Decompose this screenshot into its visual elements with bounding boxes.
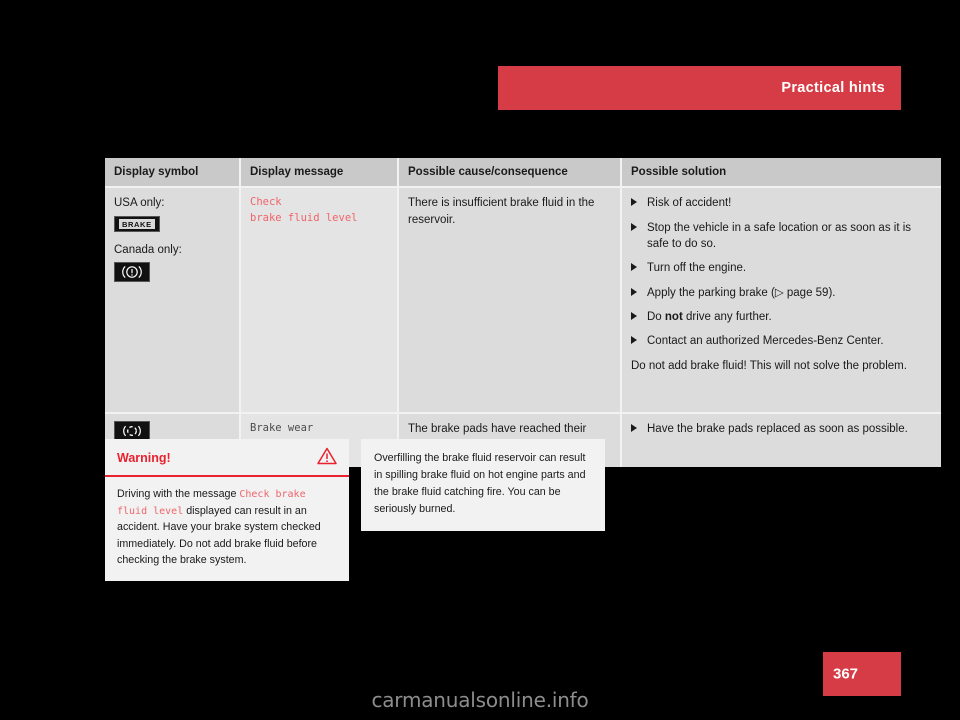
canada-only-label: Canada only:	[114, 244, 182, 257]
list-item: Contact an authorized Mercedes-Benz Cent…	[631, 333, 932, 349]
list-item-label: Stop the vehicle in a safe location or a…	[647, 221, 912, 250]
list-item-label: Have the brake pads replaced as soon as …	[647, 423, 908, 436]
list-item-label-bold: not	[664, 310, 683, 323]
bullet-triangle-icon	[631, 287, 637, 296]
table-header: Display symbol Display message Possible …	[105, 158, 941, 189]
bullet-triangle-icon	[631, 198, 637, 207]
hints-table: Display symbol Display message Possible …	[105, 158, 941, 468]
list-item-label-post: drive any further.	[682, 310, 772, 323]
column-header-possible-cause: Possible cause/consequence	[398, 158, 622, 189]
list-item: Turn off the engine.	[631, 260, 932, 276]
bullet-triangle-icon	[631, 336, 637, 345]
warning-text-part-1: Driving with the message	[117, 488, 240, 500]
list-item-label: Apply the parking brake (▷ page 59).	[647, 286, 836, 299]
table-row: USA only: BRAKE Canada only: Check brake…	[105, 187, 941, 414]
page-header-band: Practical hints	[498, 66, 901, 110]
brake-circle-exclamation-icon	[114, 262, 150, 283]
brake-warning-icon: BRAKE	[114, 215, 160, 233]
warning-box-header: Warning!	[105, 439, 349, 477]
bullet-triangle-icon	[631, 311, 637, 320]
list-item: Stop the vehicle in a safe location or a…	[631, 220, 932, 253]
display-message-text: Brake wear	[250, 422, 314, 435]
watermark: carmanualsonline.info	[371, 688, 589, 712]
brake-warning-icon-label: BRAKE	[119, 218, 155, 230]
brake-circle-exclamation-icon-glyph	[122, 266, 142, 279]
note-text: Overfilling the brake fluid reservoir ca…	[374, 452, 586, 515]
cell-display-symbol: USA only: BRAKE Canada only:	[105, 187, 241, 414]
warning-title: Warning!	[117, 451, 171, 465]
hints-table-container: Display symbol Display message Possible …	[105, 158, 941, 468]
list-item-label-pre: Do	[647, 310, 665, 323]
list-item: Do not drive any further.	[631, 309, 932, 325]
table-body: USA only: BRAKE Canada only: Check brake…	[105, 187, 941, 468]
list-item-label: Turn off the engine.	[647, 262, 747, 275]
cell-possible-solution: Have the brake pads replaced as soon as …	[621, 412, 941, 468]
bullet-triangle-icon	[631, 222, 637, 231]
note-box: Overfilling the brake fluid reservoir ca…	[361, 439, 605, 531]
column-header-display-message: Display message	[240, 158, 399, 189]
warning-box-body: Driving with the message Check brake flu…	[105, 477, 349, 581]
cell-display-message: Check brake fluid level	[240, 187, 399, 414]
possible-cause-text: There is insufficient brake fluid in the…	[408, 197, 595, 226]
warning-triangle-icon	[317, 447, 337, 470]
cell-possible-solution: Risk of accident! Stop the vehicle in a …	[621, 187, 941, 414]
table-header-row: Display symbol Display message Possible …	[105, 158, 941, 189]
list-item-label: Risk of accident!	[647, 197, 732, 210]
brake-wear-icon-glyph	[123, 426, 141, 437]
page-title: Practical hints	[781, 80, 885, 96]
warning-triangle-icon-glyph	[317, 447, 337, 465]
bullet-triangle-icon	[631, 424, 637, 433]
column-header-possible-solution: Possible solution	[621, 158, 941, 189]
solution-list: Have the brake pads replaced as soon as …	[631, 421, 932, 437]
list-item: Apply the parking brake (▷ page 59).	[631, 285, 932, 301]
bullet-triangle-icon	[631, 263, 637, 272]
list-item-label: Contact an authorized Mercedes-Benz Cent…	[647, 335, 884, 348]
solution-list: Risk of accident! Stop the vehicle in a …	[631, 195, 932, 349]
cell-possible-cause: There is insufficient brake fluid in the…	[398, 187, 622, 414]
column-header-display-symbol: Display symbol	[105, 158, 241, 189]
list-item: Risk of accident!	[631, 195, 932, 211]
list-item: Have the brake pads replaced as soon as …	[631, 421, 932, 437]
page-number: 367	[833, 665, 859, 683]
display-message-text: Check brake fluid level	[250, 196, 358, 225]
usa-only-label: USA only:	[114, 197, 165, 210]
warning-box: Warning! Driving with the message Check …	[105, 439, 349, 581]
solution-note-text: Do not add brake fluid! This will not so…	[631, 359, 907, 372]
